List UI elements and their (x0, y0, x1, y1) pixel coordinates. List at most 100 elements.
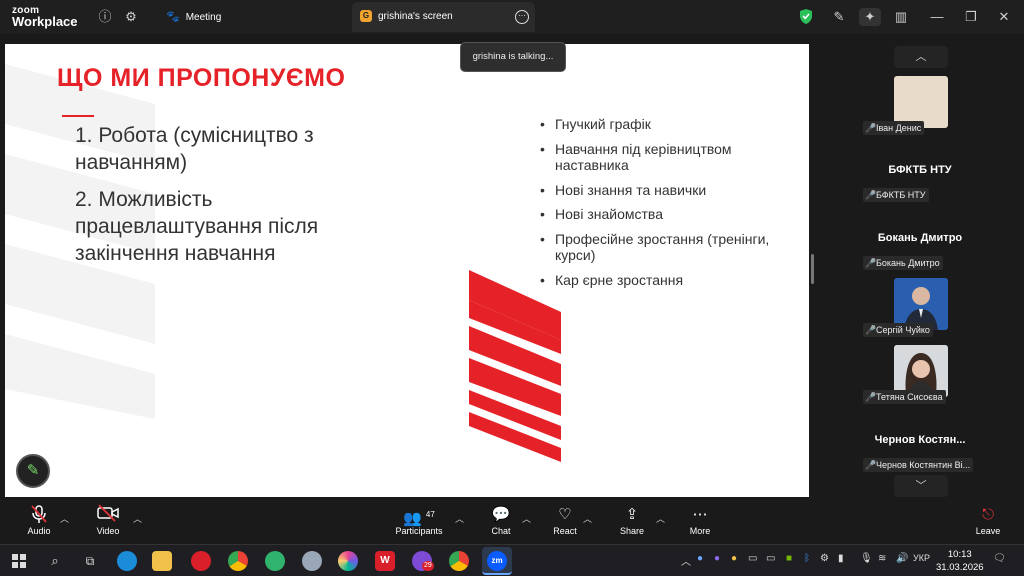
info-icon[interactable]: ⓘ (96, 8, 114, 26)
meeting-toolbar: Audio ︿ Video ︿ 👥 47 Participants ︿ 💬 Cha… (0, 500, 1024, 544)
zoom-window: zoom Workplace ⓘ ⚙ 🐾 Meeting Ggrishina's … (0, 0, 1024, 576)
more-dots-icon: ⋯ (692, 506, 708, 523)
annotation-pen-button[interactable]: ✎ (16, 454, 50, 488)
mic-muted-icon (11, 504, 67, 526)
title-bar: zoom Workplace ⓘ ⚙ 🐾 Meeting Ggrishina's … (0, 0, 1024, 34)
chat-bubble-icon: 💬 (491, 506, 511, 523)
tab-meeting-label: Meeting (185, 12, 222, 23)
battery-icon[interactable]: ▮ (838, 553, 844, 564)
participants-label: Participants (395, 526, 443, 536)
panel-resize-handle[interactable] (811, 254, 814, 284)
participants-count: 47 (425, 510, 435, 519)
audio-options-chevron-icon[interactable]: ︿ (60, 512, 69, 525)
benefit-item: Нові знання та навички (540, 182, 800, 199)
chrome-icon-2[interactable] (449, 551, 469, 571)
benefit-item: Гнучкий графік (540, 116, 800, 133)
scroll-up-button[interactable]: ︿ (894, 46, 948, 68)
tab-meeting[interactable]: 🐾 Meeting (160, 2, 340, 32)
windows-taskbar: ⌕ ⧉ W 29 zm ︿ ● ● ● ▭ ▭ ■ ᛒ ⚙ ▮ 🎙 ≋ 🔊 УК… (0, 544, 1024, 576)
share-options-chevron-icon[interactable]: ︿ (656, 512, 665, 525)
settings-gear-icon[interactable]: ⚙ (122, 8, 140, 26)
benefit-item: Нові знайомства (540, 206, 800, 223)
language-indicator[interactable]: УКР (913, 553, 930, 563)
zoom-tray-icon[interactable]: ● (697, 553, 703, 564)
muted-mic-icon: 🎤 (865, 325, 877, 335)
system-clock[interactable]: 10:13 31.03.2026 (936, 548, 984, 574)
participant-name-tag: 🎤 Сергій Чуйко (863, 323, 933, 337)
viber-tray-icon[interactable]: ● (714, 553, 720, 564)
tray-gear-icon[interactable]: ⚙ (820, 553, 829, 564)
participants-gallery: ︿ 🎤 Іван Денис БФКТБ НТУ 🎤 БФКТБ НТУ Бокан… (820, 44, 1020, 497)
tab-shared-screen[interactable]: Ggrishina's screen ··· (352, 2, 535, 32)
minimize-icon[interactable]: — (928, 8, 946, 26)
video-options-chevron-icon[interactable]: ︿ (133, 512, 142, 525)
leave-button[interactable]: ⎋ Leave (960, 504, 1016, 536)
offer-item-1: 1. Робота (сумісництво з навчанням) (75, 124, 314, 174)
more-options-icon[interactable]: ··· (515, 10, 529, 24)
ai-sparkle-icon[interactable]: ✦ (859, 8, 881, 26)
video-off-icon (80, 504, 136, 526)
wps-office-icon[interactable]: W (375, 551, 395, 571)
file-explorer-icon[interactable] (152, 551, 172, 571)
app-colorful-icon[interactable] (338, 551, 358, 571)
share-button[interactable]: ⇪ Share (604, 504, 660, 536)
muted-mic-icon: 🎤 (865, 392, 877, 402)
zoom-taskbar-button[interactable]: zm (482, 547, 512, 575)
security-shield-icon[interactable] (799, 8, 813, 25)
participant-display-name: Чернов Костян... (874, 434, 966, 446)
chat-label: Chat (491, 526, 511, 536)
tray-overflow-chevron-icon[interactable]: ︿ (681, 553, 691, 568)
annotate-pen-icon[interactable]: ✎ (830, 8, 848, 26)
participant-name-tag: 🎤 Іван Денис (863, 121, 925, 135)
view-layout-icon[interactable]: ▥ (892, 8, 910, 26)
close-icon[interactable]: ✕ (995, 8, 1013, 26)
benefit-item: Професійне зростання (тренінги, курси) (540, 231, 800, 264)
participant-name-tag: 🎤 БФКТБ НТУ (863, 188, 929, 202)
app-cloud-icon[interactable] (302, 551, 322, 571)
nvidia-tray-icon[interactable]: ■ (786, 553, 792, 564)
leave-door-icon: ⎋ (982, 506, 994, 523)
participant-display-name: Бокань Дмитро (877, 232, 963, 244)
chrome-icon[interactable] (228, 551, 248, 571)
app-green-icon[interactable] (265, 551, 285, 571)
participant-name: Сергій Чуйко (876, 325, 930, 335)
participant-name: Чернов Костянтин Ві... (876, 460, 971, 470)
benefits-list: Гнучкий графік Навчання під керівництвом… (540, 116, 800, 296)
opera-icon[interactable] (191, 551, 211, 571)
chat-options-chevron-icon[interactable]: ︿ (522, 512, 531, 525)
participant-display-name: БФКТБ НТУ (888, 164, 952, 176)
tray-window-icon-2[interactable]: ▭ (766, 553, 775, 564)
windows-start-icon[interactable] (12, 554, 26, 568)
search-icon[interactable]: ⌕ (45, 551, 65, 571)
volume-icon[interactable]: 🔊 (896, 553, 908, 564)
viber-icon[interactable]: 29 (412, 551, 434, 571)
muted-mic-icon: 🎤 (865, 123, 877, 133)
bluetooth-icon[interactable]: ᛒ (804, 553, 810, 564)
react-options-chevron-icon[interactable]: ︿ (583, 512, 592, 525)
video-button[interactable]: Video (80, 504, 136, 536)
participant-name: Тетяна Сисоєва (876, 392, 943, 402)
notifications-icon[interactable]: 🗨 (993, 553, 1006, 564)
participants-options-chevron-icon[interactable]: ︿ (455, 512, 464, 525)
paw-icon: 🐾 (166, 11, 180, 23)
participant-name: БФКТБ НТУ (876, 190, 926, 200)
audio-button[interactable]: Audio (11, 504, 67, 536)
benefit-item: Кар єрне зростання (540, 272, 800, 289)
slide-title: ЩО МИ ПРОПОНУЄМО (57, 64, 346, 92)
clock-time: 10:13 (947, 549, 972, 560)
participants-button[interactable]: 👥 47 Participants (391, 504, 447, 536)
tray-app-icon[interactable]: ● (731, 553, 737, 564)
more-button[interactable]: ⋯ More (672, 504, 728, 536)
participants-icon: 👥 47 (403, 510, 435, 527)
wifi-icon[interactable]: ≋ (878, 553, 886, 564)
video-label: Video (96, 526, 120, 536)
share-screen-icon: ⇪ (625, 506, 639, 523)
microphone-icon[interactable]: 🎙 (860, 553, 873, 564)
tray-window-icon[interactable]: ▭ (748, 553, 757, 564)
task-view-icon[interactable]: ⧉ (80, 551, 100, 571)
chat-button[interactable]: 💬 Chat (473, 504, 529, 536)
edge-browser-icon[interactable] (117, 551, 137, 571)
clock-date: 31.03.2026 (936, 562, 984, 573)
restore-icon[interactable]: ❐ (962, 8, 980, 26)
scroll-down-button[interactable]: ﹀ (894, 475, 948, 497)
